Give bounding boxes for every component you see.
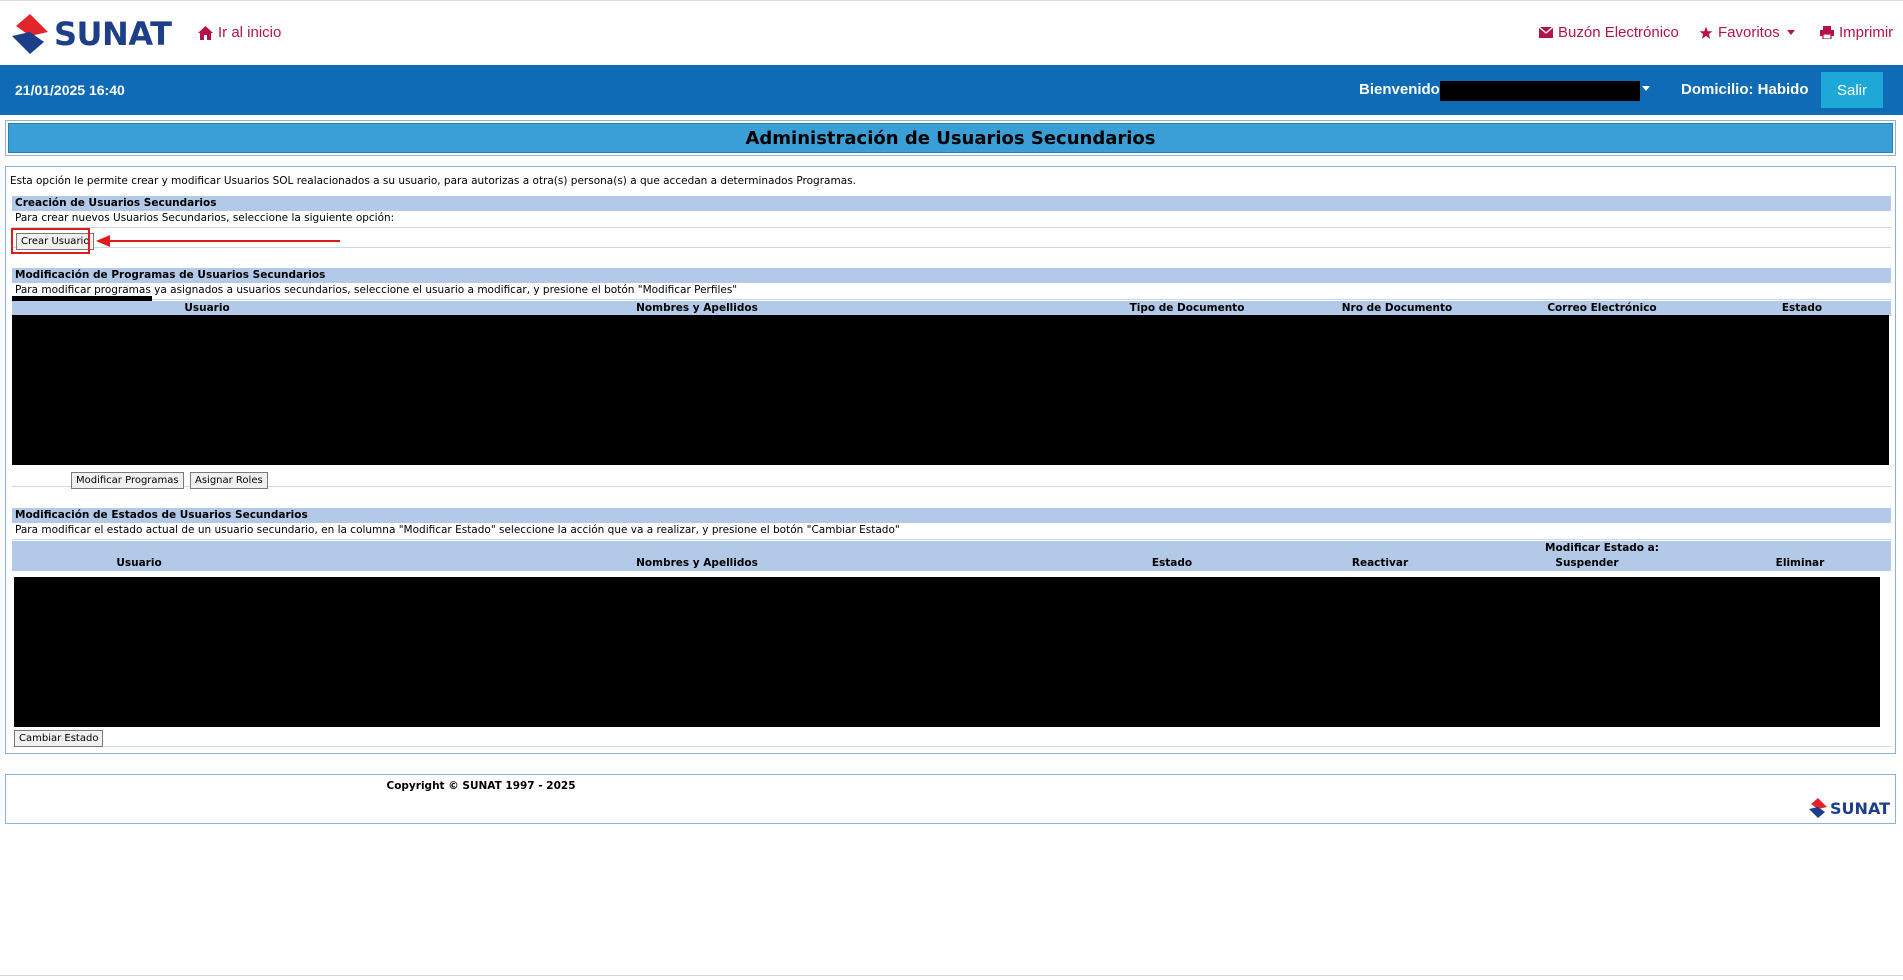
estados-instruction: Para modificar el estado actual de un us… (12, 523, 1891, 540)
creacion-instruction: Para crear nuevos Usuarios Secundarios, … (12, 211, 1891, 228)
sunat-logo[interactable]: SUNAT (10, 12, 172, 56)
col-modificar-estado-group: Modificar Estado a: (1545, 542, 1659, 554)
estados-button-row (12, 727, 1891, 747)
col-tipo-doc: Tipo de Documento (1129, 302, 1245, 314)
star-icon (1699, 26, 1713, 39)
col-nombres: Nombres y Apellidos (636, 302, 758, 314)
estados-table-header: Modificar Estado a: Usuario Nombres y Ap… (12, 541, 1891, 571)
footer-logo-text: SUNAT (1830, 798, 1890, 818)
domicilio-status: Domicilio: Habido (1681, 81, 1809, 98)
printer-icon (1820, 26, 1834, 39)
home-icon (198, 25, 213, 40)
programas-select-col-redacted (12, 296, 152, 301)
asignar-roles-button[interactable]: Asignar Roles (190, 472, 268, 489)
programas-table-header: Usuario Nombres y Apellidos Tipo de Docu… (12, 301, 1891, 316)
cambiar-estado-button[interactable]: Cambiar Estado (14, 730, 104, 747)
col-usuario: Usuario (184, 302, 230, 314)
copyright: Copyright © SUNAT 1997 - 2025 (386, 780, 576, 792)
buzon-label: Buzón Electrónico (1558, 24, 1679, 41)
sunat-logo-icon (1809, 798, 1828, 818)
programas-instruction: Para modificar programas ya asignados a … (12, 283, 1891, 300)
programas-table-rows-redacted[interactable] (12, 315, 1889, 465)
user-bar: 21/01/2025 16:40 Bienvenido, Domicilio: … (0, 65, 1903, 115)
user-name-redacted[interactable] (1440, 81, 1640, 101)
col-eliminar: Eliminar (1775, 557, 1825, 569)
col-estado: Estado (1781, 302, 1823, 314)
chevron-down-icon (1786, 30, 1795, 35)
modificar-programas-button[interactable]: Modificar Programas (71, 472, 184, 489)
col-nro-doc: Nro de Documento (1341, 302, 1453, 314)
footer-logo: SUNAT (1808, 797, 1890, 819)
estados-table-rows-redacted[interactable] (14, 577, 1880, 727)
logo-text: SUNAT (54, 15, 172, 53)
intro-text: Esta opción le permite crear y modificar… (10, 175, 856, 187)
col-reactivar: Reactivar (1351, 557, 1409, 569)
site-header: SUNAT Ir al inicio Buzón Electrónico Fav… (0, 2, 1903, 65)
estados-heading: Modificación de Estados de Usuarios Secu… (12, 508, 1891, 523)
footer: Copyright © SUNAT 1997 - 2025 SUNAT (5, 774, 1896, 824)
main-panel: Esta opción le permite crear y modificar… (5, 166, 1896, 754)
user-menu-caret-icon[interactable] (1642, 86, 1650, 91)
programas-heading: Modificación de Programas de Usuarios Se… (12, 268, 1891, 283)
imprimir-label: Imprimir (1839, 24, 1894, 41)
logout-button[interactable]: Salir (1821, 72, 1883, 108)
home-link-label: Ir al inicio (218, 24, 282, 41)
datetime: 21/01/2025 16:40 (15, 82, 125, 98)
col-suspender: Suspender (1555, 557, 1619, 569)
imprimir-link[interactable]: Imprimir (1820, 24, 1893, 41)
col-correo: Correo Electrónico (1547, 302, 1657, 314)
favoritos-label: Favoritos (1718, 24, 1780, 41)
arrow-line (108, 240, 340, 242)
col-usuario: Usuario (116, 557, 162, 569)
col-nombres: Nombres y Apellidos (636, 557, 758, 569)
home-link[interactable]: Ir al inicio (198, 24, 281, 41)
favoritos-dropdown[interactable]: Favoritos (1699, 24, 1795, 41)
sunat-logo-icon (12, 14, 48, 54)
envelope-icon (1539, 27, 1553, 38)
page-title: Administración de Usuarios Secundarios (8, 123, 1893, 153)
title-panel: Administración de Usuarios Secundarios (5, 120, 1896, 156)
col-estado: Estado (1151, 557, 1193, 569)
welcome-label: Bienvenido, (1359, 81, 1445, 98)
bottom-border (0, 975, 1903, 976)
creacion-heading: Creación de Usuarios Secundarios (12, 196, 1891, 211)
highlight-box (11, 228, 90, 254)
programas-button-row (12, 465, 1891, 487)
creacion-button-row (12, 228, 1891, 248)
buzon-link[interactable]: Buzón Electrónico (1539, 24, 1679, 41)
top-border (0, 0, 1903, 1)
